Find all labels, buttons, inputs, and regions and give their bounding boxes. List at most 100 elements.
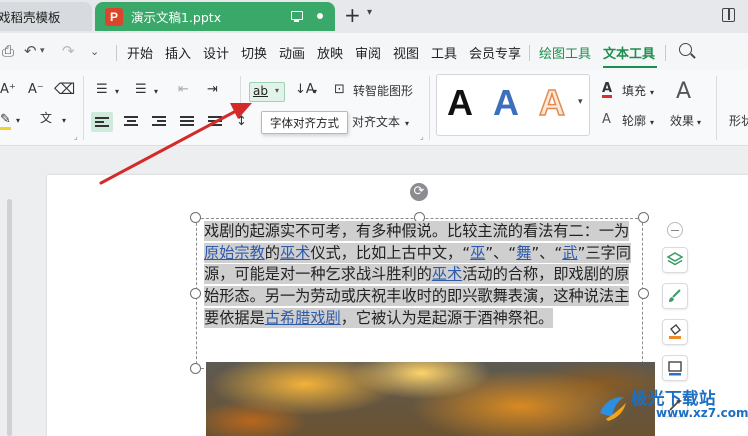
distribute-icon[interactable] — [208, 116, 222, 128]
tab-document[interactable]: P 演示文稿1.pptx — [95, 2, 335, 31]
fill-bucket-icon — [669, 324, 681, 339]
menu-transitions[interactable]: 切换 — [241, 43, 267, 62]
justify-icon[interactable] — [180, 116, 194, 128]
menu-view[interactable]: 视图 — [393, 43, 419, 62]
vertical-scrollbar[interactable] — [7, 199, 12, 436]
chevron-down-icon[interactable]: ▾ — [367, 7, 372, 18]
collapse-toolbar-icon[interactable] — [667, 222, 683, 238]
group-expand-icon[interactable]: ⌟ — [74, 132, 78, 141]
fill-button[interactable] — [662, 319, 688, 345]
resize-handle-top-left[interactable] — [190, 212, 201, 223]
decrease-indent-icon[interactable]: ⇤ — [178, 82, 189, 98]
monitor-icon[interactable] — [291, 11, 303, 22]
text-outline-button[interactable]: 轮廓 — [622, 113, 646, 129]
chevron-down-icon[interactable]: ▾ — [313, 84, 317, 100]
smart-shape-button[interactable]: 转智能图形 — [353, 83, 413, 99]
hyperlink[interactable]: 武 — [562, 244, 577, 262]
hyperlink[interactable]: 巫术 — [432, 265, 462, 283]
text-outline-icon[interactable]: A — [602, 112, 611, 128]
font-grow-button[interactable]: A⁺ — [0, 82, 16, 98]
selected-text[interactable]: 戏剧的起源实不可考，有多种假说。比较主流的看法有二：一为原始宗教的巫术仪式，比如… — [204, 221, 631, 328]
watermark-url: www.xz7.com — [656, 406, 748, 420]
undo-dropdown-icon[interactable]: ▾ — [40, 46, 45, 56]
search-icon[interactable] — [679, 43, 692, 56]
menu-slideshow[interactable]: 放映 — [317, 43, 343, 62]
window-layout-icon[interactable] — [722, 8, 735, 22]
text-fill-button[interactable]: 填充 — [622, 83, 646, 99]
chevron-down-icon[interactable]: ▾ — [650, 85, 654, 101]
print-icon[interactable]: ⎙ — [2, 42, 14, 60]
text-align-font-button[interactable]: ab ▾ — [249, 82, 285, 102]
hyperlink[interactable]: 原始宗教 — [204, 244, 265, 262]
menu-tools[interactable]: 工具 — [431, 43, 457, 62]
text-box[interactable]: 戏剧的起源实不可考，有多种假说。比较主流的看法有二：一为原始宗教的巫术仪式，比如… — [204, 221, 634, 330]
menu-text-tools[interactable]: 文本工具 — [603, 43, 655, 62]
text-segment: ”、“ — [485, 243, 517, 262]
hyperlink[interactable]: 巫 — [470, 244, 485, 262]
group-expand-icon[interactable]: ⌟ — [420, 132, 424, 141]
undo-icon[interactable]: ↶ — [24, 42, 37, 60]
hyperlink[interactable]: 古希腊戏剧 — [265, 309, 341, 327]
eraser-icon[interactable]: ⌫ — [54, 81, 75, 97]
redo-icon[interactable]: ↷ — [62, 42, 75, 60]
line-spacing-icon[interactable]: ↕ — [236, 114, 247, 130]
menu-design[interactable]: 设计 — [203, 43, 229, 62]
align-left-icon — [95, 117, 109, 129]
font-shrink-button[interactable]: A⁻ — [28, 82, 44, 98]
outline-button[interactable] — [662, 355, 688, 381]
unsaved-dot-icon[interactable] — [317, 13, 323, 19]
menu-insert[interactable]: 插入 — [165, 43, 191, 62]
menu-review[interactable]: 审阅 — [355, 43, 381, 62]
bullets-icon[interactable]: ☰ — [96, 82, 108, 98]
hyperlink[interactable]: 巫术 — [280, 244, 310, 262]
layers-button[interactable] — [662, 247, 688, 273]
align-left-button[interactable] — [91, 112, 113, 132]
text-fill-icon[interactable]: A — [602, 82, 613, 98]
gallery-more-icon[interactable]: ▾ — [578, 97, 583, 107]
align-right-icon[interactable] — [152, 116, 166, 128]
chevron-down-icon: ▾ — [275, 86, 280, 95]
chevron-down-icon[interactable]: ▾ — [405, 116, 409, 132]
chevron-down-icon[interactable]: ▾ — [16, 113, 20, 129]
chevron-down-icon[interactable]: ▾ — [154, 84, 158, 100]
text-style-blue[interactable]: A — [493, 81, 519, 125]
shape-button-partial[interactable]: 形状 — [729, 113, 748, 129]
chevron-down-icon[interactable]: ▾ — [697, 115, 701, 131]
ribbon-text-tools: A⁺ A⁻ ⌫ ✎ ▾ 文 ▾ ⌟ ☰ ▾ ☰ ▾ ⇤ ⇥ ab ▾ ↓A ▾ … — [0, 70, 748, 146]
watermark-logo-icon — [600, 397, 626, 421]
menu-drawing-tools[interactable]: 绘图工具 — [539, 43, 591, 62]
text-segment: ”、“ — [531, 243, 563, 262]
divider — [116, 45, 117, 61]
resize-handle-left[interactable] — [190, 288, 201, 299]
text-effects-button[interactable]: 效果 — [670, 113, 694, 129]
numbering-icon[interactable]: ☰ — [135, 82, 147, 98]
increase-indent-icon[interactable]: ⇥ — [207, 82, 218, 98]
text-effects-icon[interactable]: A — [676, 80, 691, 104]
rotate-handle-icon[interactable]: ⟳ — [410, 183, 428, 201]
new-tab-plus-icon[interactable]: + — [344, 5, 361, 25]
pinyin-guide-button[interactable]: 文 — [40, 110, 52, 126]
resize-handle-right[interactable] — [638, 288, 649, 299]
tab-docer-templates[interactable]: 戏稻壳模板 — [0, 2, 92, 31]
align-text-button[interactable]: 对齐文本 — [352, 114, 400, 130]
chevron-down-icon[interactable]: ▾ — [115, 84, 119, 100]
style-brush-button[interactable] — [662, 283, 688, 309]
quick-access-chevron-icon[interactable]: ⌄ — [90, 45, 99, 58]
chevron-down-icon[interactable]: ▾ — [62, 113, 66, 129]
active-tab-indicator — [603, 66, 657, 68]
tooltip-text-alignment: 字体对齐方式 — [261, 111, 348, 134]
text-style-black[interactable]: A — [447, 81, 473, 125]
resize-handle-top-right[interactable] — [638, 212, 649, 223]
menu-animations[interactable]: 动画 — [279, 43, 305, 62]
resize-handle-bottom-left[interactable] — [190, 363, 201, 374]
menu-home[interactable]: 开始 — [127, 43, 153, 62]
smart-shape-icon[interactable]: ⊡ — [334, 82, 345, 98]
chevron-down-icon[interactable]: ▾ — [650, 115, 654, 131]
sort-direction-icon[interactable]: ↓A — [295, 82, 315, 98]
hyperlink[interactable]: 舞 — [516, 244, 531, 262]
text-style-orange-outline[interactable]: A — [538, 81, 566, 125]
highlight-icon[interactable]: ✎ — [0, 112, 11, 130]
slide-image[interactable] — [206, 362, 655, 436]
menu-member[interactable]: 会员专享 — [469, 43, 521, 62]
align-center-icon[interactable] — [124, 116, 138, 128]
